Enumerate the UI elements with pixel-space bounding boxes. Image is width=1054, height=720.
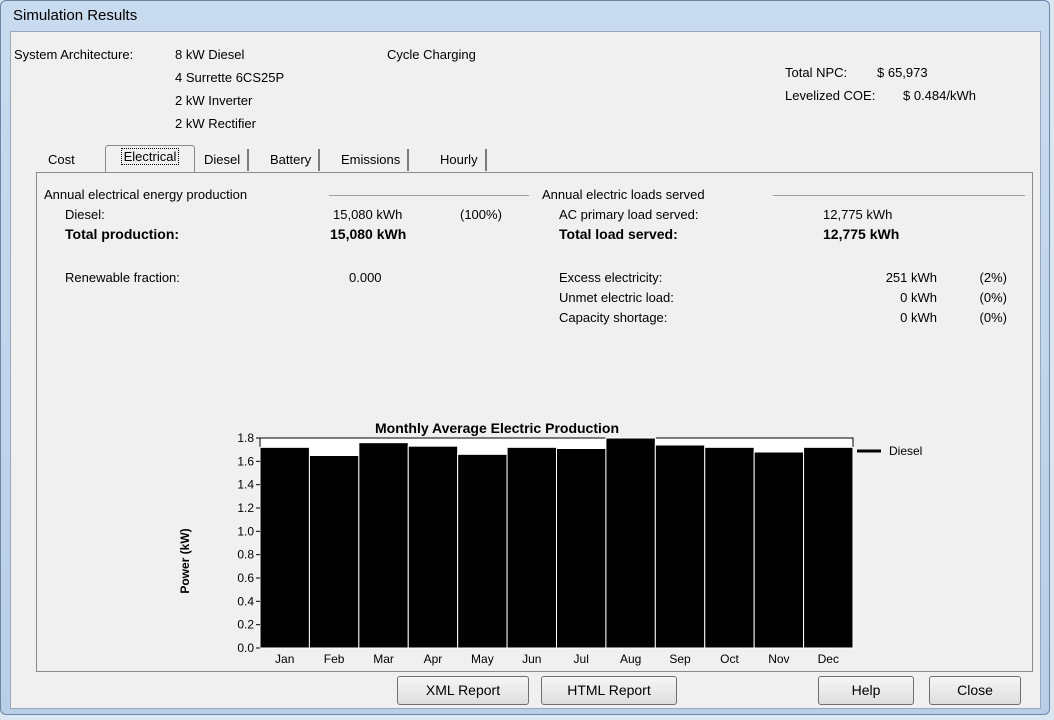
x-tick-label-oct: Oct: [720, 652, 739, 666]
bar-jul: [556, 448, 607, 649]
x-tick-label-may: May: [471, 652, 494, 666]
tab-cost[interactable]: Cost: [41, 149, 82, 171]
x-tick-label-dec: Dec: [818, 652, 839, 666]
bar-mar: [358, 442, 409, 649]
chart-title: Monthly Average Electric Production: [375, 420, 619, 436]
bar-aug: [605, 437, 656, 649]
x-tick-label-jan: Jan: [275, 652, 294, 666]
bar-jan: [259, 446, 310, 649]
help-button[interactable]: Help: [818, 676, 914, 705]
excess-electricity-label: Excess electricity:: [559, 270, 663, 285]
arch-item-battery: 4 Surrette 6CS25P: [175, 70, 285, 85]
bar-apr: [407, 445, 459, 649]
unmet-load-label: Unmet electric load:: [559, 290, 674, 305]
levelized-coe-value: $ 0.484/kWh: [903, 88, 976, 103]
bar-may: [457, 453, 508, 649]
y-tick-label: 0.6: [237, 571, 254, 585]
x-tick-label-apr: Apr: [424, 652, 443, 666]
tab-hourly-data[interactable]: Hourly Data: [433, 149, 487, 189]
bar-feb: [308, 455, 360, 649]
total-npc-label: Total NPC:: [785, 65, 848, 80]
excess-electricity-value: 251 kWh: [885, 270, 937, 285]
x-tick-label-mar: Mar: [373, 652, 394, 666]
arch-item-diesel: 8 kW Diesel: [175, 47, 245, 62]
y-axis-label: Power (kW): [178, 528, 192, 593]
loads-group-divider: [773, 195, 1025, 196]
x-tick-label-aug: Aug: [620, 652, 641, 666]
bar-sep: [654, 444, 706, 649]
y-tick-label: 0.0: [237, 641, 254, 655]
total-load-served-value: 12,775 kWh: [823, 226, 900, 242]
levelized-coe-label: Levelized COE:: [785, 88, 876, 103]
y-tick-label: 1.0: [237, 524, 254, 538]
arch-item-rectifier: 2 kW Rectifier: [175, 116, 256, 131]
tab-emissions[interactable]: Emissions: [334, 149, 410, 171]
total-production-label: Total production:: [65, 226, 180, 242]
y-tick-label: 0.2: [237, 618, 254, 632]
total-load-served-label: Total load served:: [559, 226, 678, 242]
dispatch-strategy: Cycle Charging: [387, 47, 476, 62]
y-tick-label: 0.8: [237, 548, 254, 562]
capacity-shortage-percent: (0%): [979, 310, 1007, 325]
y-tick-label: 1.8: [237, 431, 254, 445]
loads-group-heading: Annual electric loads served: [542, 187, 705, 202]
bar-oct: [704, 446, 755, 649]
renewable-fraction-value: 0.000: [349, 270, 382, 285]
y-tick-label: 0.4: [237, 594, 254, 608]
html-report-button[interactable]: HTML Report: [541, 676, 677, 705]
dialog-client-area: System Architecture: 8 kW Diesel 4 Surre…: [10, 31, 1041, 709]
unmet-load-value: 0 kWh: [900, 290, 937, 305]
excess-electricity-percent: (2%): [979, 270, 1007, 285]
bar-jun: [506, 446, 558, 649]
window-title: Simulation Results: [13, 7, 138, 24]
tab-diesel[interactable]: Diesel: [197, 149, 250, 171]
xml-report-button[interactable]: XML Report: [397, 676, 529, 705]
production-group-heading: Annual electrical energy production: [44, 187, 248, 202]
tab-battery[interactable]: Battery: [263, 149, 321, 171]
diesel-production-value: 15,080 kWh: [333, 207, 403, 222]
production-group-divider: [329, 195, 529, 196]
simulation-results-window: Simulation Results System Architecture: …: [0, 0, 1050, 715]
capacity-shortage-value: 0 kWh: [900, 310, 937, 325]
total-production-value: 15,080 kWh: [330, 226, 407, 242]
monthly-production-chart: Monthly Average Electric Production Jan F…: [178, 420, 922, 666]
diesel-production-label: Diesel:: [65, 207, 105, 222]
legend-label-diesel: Diesel: [889, 444, 922, 458]
ac-primary-load-value: 12,775 kWh: [823, 207, 893, 222]
bar-dec: [803, 446, 854, 649]
arch-item-inverter: 2 kW Inverter: [175, 93, 253, 108]
renewable-fraction-label: Renewable fraction:: [65, 270, 180, 285]
diesel-production-percent: (100%): [460, 207, 502, 222]
x-tick-label-jul: Jul: [574, 652, 589, 666]
x-tick-label-jun: Jun: [522, 652, 541, 666]
y-tick-label: 1.6: [237, 454, 254, 468]
y-tick-label: 1.4: [237, 478, 254, 492]
unmet-load-percent: (0%): [979, 290, 1007, 305]
tab-electrical[interactable]: Electrical: [105, 145, 195, 172]
bar-nov: [753, 451, 805, 649]
total-npc-value: $ 65,973: [877, 65, 928, 80]
x-tick-label-nov: Nov: [768, 652, 789, 666]
x-tick-label-feb: Feb: [324, 652, 345, 666]
system-architecture-label: System Architecture:: [14, 47, 134, 62]
ac-primary-load-label: AC primary load served:: [559, 207, 699, 222]
close-button[interactable]: Close: [929, 676, 1021, 705]
capacity-shortage-label: Capacity shortage:: [559, 310, 668, 325]
electrical-tab-panel: Annual electrical energy production Dies…: [36, 172, 1033, 672]
y-tick-label: 1.2: [237, 501, 254, 515]
x-tick-label-sep: Sep: [669, 652, 691, 666]
